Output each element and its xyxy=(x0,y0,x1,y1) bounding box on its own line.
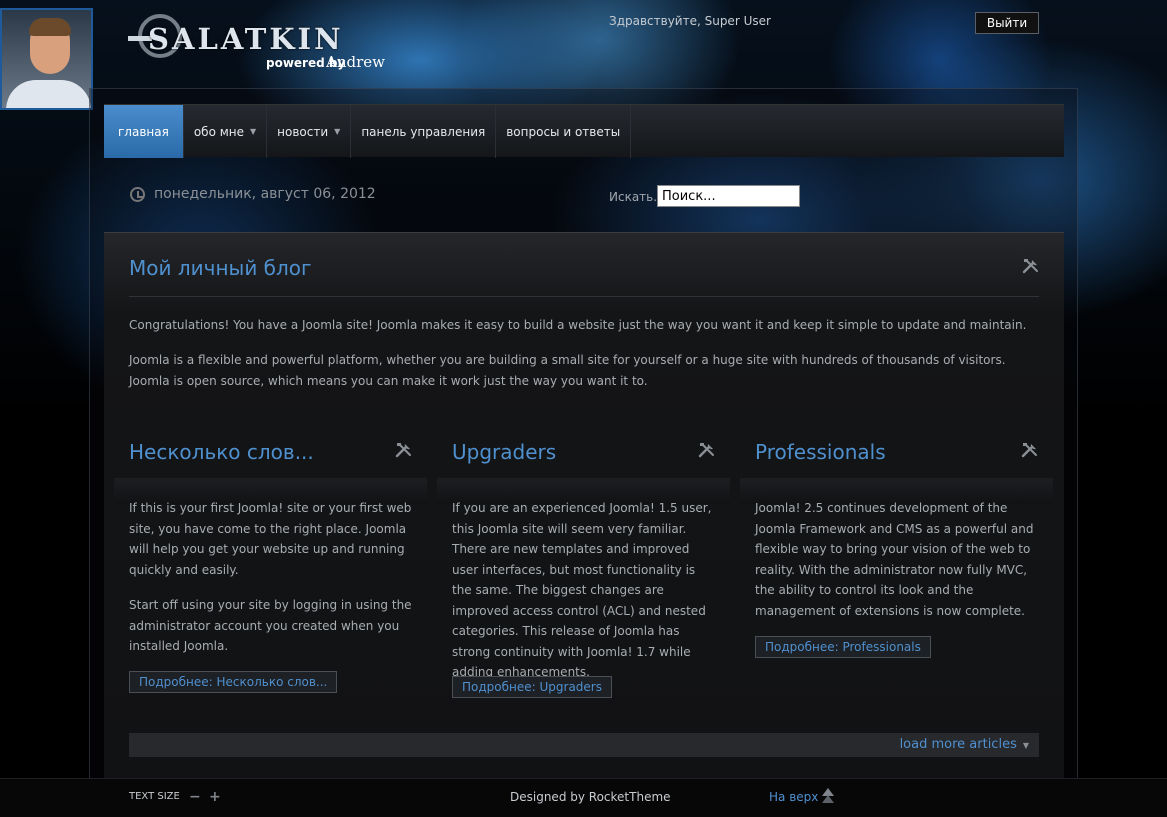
column-paragraph: If you are an experienced Joomla! 1.5 us… xyxy=(452,501,712,679)
nav-item-control-panel[interactable]: панель управления xyxy=(351,105,497,158)
lead-article-title[interactable]: Мой личный блог xyxy=(129,256,312,280)
tools-icon[interactable] xyxy=(1021,441,1039,459)
dropdown-arrow-icon: ▼ xyxy=(1022,741,1029,750)
column-title-upgraders[interactable]: Upgraders xyxy=(452,440,556,464)
tools-icon[interactable] xyxy=(1022,257,1040,275)
dropdown-arrow-icon: ▼ xyxy=(334,127,341,136)
dropdown-arrow-icon: ▼ xyxy=(250,127,257,136)
nav-item-faq[interactable]: вопросы и ответы xyxy=(496,105,632,158)
date-text: понедельник, август 06, 2012 xyxy=(154,186,376,202)
nav-item-home[interactable]: главная xyxy=(104,105,184,158)
date-display: понедельник, август 06, 2012 xyxy=(130,186,376,202)
nav-item-news[interactable]: новости ▼ xyxy=(267,105,352,158)
read-more-button[interactable]: Подробнее: Несколько слов... xyxy=(129,671,338,693)
logo-author: Andrew xyxy=(326,53,385,71)
plus-icon[interactable]: + xyxy=(209,789,221,805)
minus-icon[interactable]: − xyxy=(189,789,201,805)
column-title-intro[interactable]: Несколько слов... xyxy=(129,440,314,464)
column-paragraph: Start off using your site by logging in … xyxy=(129,598,412,653)
logout-button[interactable]: Выйти xyxy=(975,12,1039,34)
arrow-up-icon[interactable] xyxy=(821,787,835,805)
lead-paragraph: Congratulations! You have a Joomla site!… xyxy=(129,318,1027,332)
designed-by: Designed by RocketTheme xyxy=(510,790,671,804)
load-more-bar: load more articles ▼ xyxy=(129,733,1039,757)
main-nav: главная обо мне ▼ новости ▼ панель управле… xyxy=(104,104,1064,158)
read-more-button[interactable]: Подробнее: Professionals xyxy=(755,636,931,658)
user-greeting: Здравствуйте, Super User xyxy=(609,14,771,28)
logo-text: SALATKIN xyxy=(148,22,344,56)
avatar xyxy=(0,8,93,110)
tools-icon[interactable] xyxy=(395,441,413,459)
site-logo[interactable]: SALATKIN powered by Andrew xyxy=(128,14,398,74)
read-more-button[interactable]: Подробнее: Upgraders xyxy=(452,676,612,698)
back-to-top-link[interactable]: На верх xyxy=(769,790,818,804)
lead-paragraph: Joomla is a flexible and powerful platfo… xyxy=(129,353,1006,388)
clock-icon xyxy=(130,186,145,202)
tools-icon[interactable] xyxy=(698,441,716,459)
text-size-label: TEXT SIZE xyxy=(129,791,180,802)
column-title-professionals[interactable]: Professionals xyxy=(755,440,886,464)
column-paragraph: Joomla! 2.5 continues development of the… xyxy=(755,501,1034,618)
nav-item-about[interactable]: обо мне ▼ xyxy=(184,105,268,158)
load-more-link[interactable]: load more articles ▼ xyxy=(900,737,1029,752)
column-paragraph: If this is your first Joomla! site or yo… xyxy=(129,501,412,577)
search-input[interactable] xyxy=(657,185,800,207)
